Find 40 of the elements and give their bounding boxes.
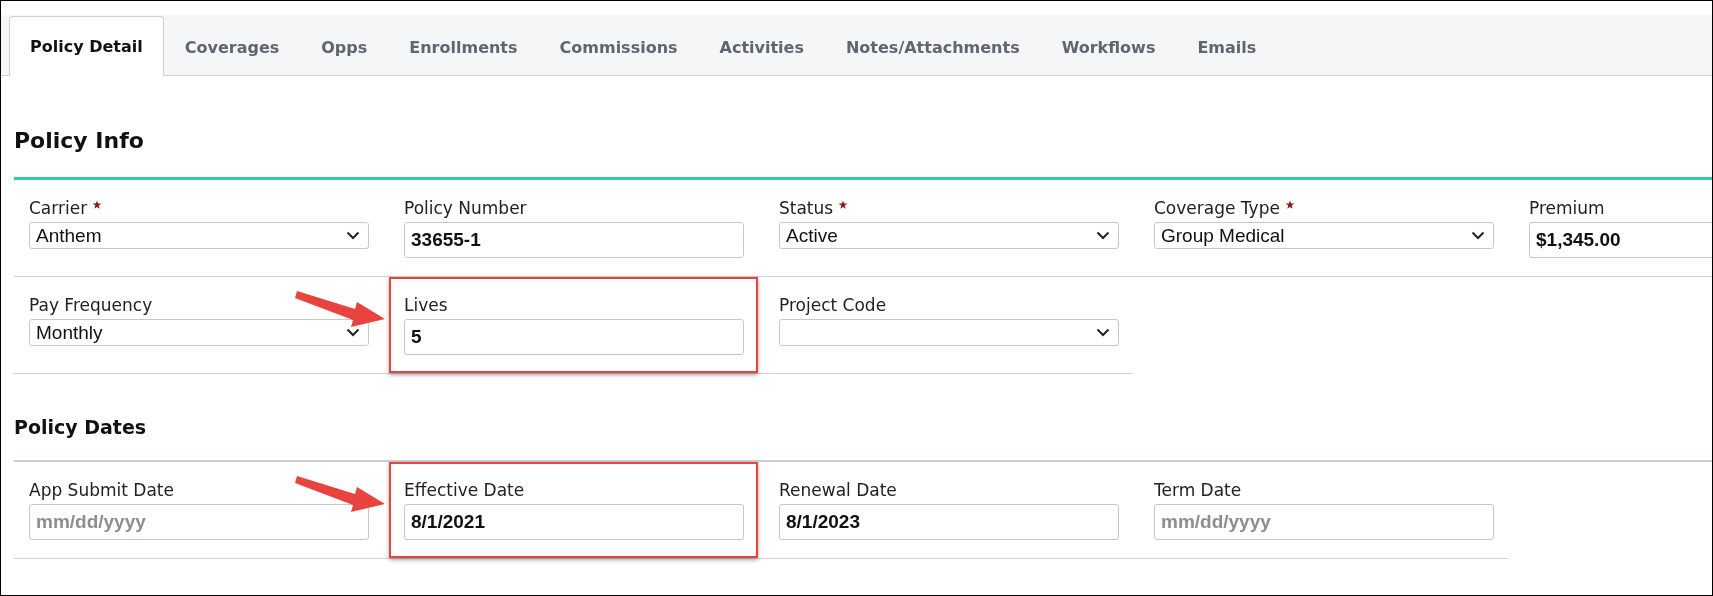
field-label: Status [779,198,834,218]
select-field[interactable]: Monthly [29,319,369,346]
input-field[interactable]: 33655-1 [404,222,744,258]
input-field[interactable]: 5 [404,319,744,355]
input-field[interactable]: mm/dd/yyyy [29,504,369,540]
field-label: Carrier [29,198,88,218]
chevron-down-icon [1096,231,1110,240]
tab[interactable]: Commissions [538,17,699,76]
field-label: Premium [1529,198,1605,218]
chevron-down-icon [346,231,360,240]
tab[interactable]: Workflows [1040,17,1177,76]
field-label: Term Date [1154,480,1242,500]
chevron-down-icon [346,328,360,337]
tab[interactable]: Notes/Attachments [824,17,1041,76]
tab[interactable]: Activities [698,17,825,76]
input-field[interactable]: 8/1/2023 [779,504,1119,540]
select-field[interactable] [779,319,1119,346]
field-label: Policy Number [404,198,527,218]
field-label: Project Code [779,295,887,315]
field-label: Renewal Date [779,480,897,500]
chevron-down-icon [1096,328,1110,337]
field-label: Pay Frequency [29,295,153,315]
chevron-down-icon [1471,231,1485,240]
input-field[interactable]: $1,345.00 [1529,222,1712,258]
field-label: Lives [404,295,448,315]
tab[interactable]: Enrollments [388,17,539,76]
tab[interactable]: Emails [1176,17,1278,76]
field-label: Effective Date [404,480,525,500]
input-field[interactable]: 8/1/2021 [404,504,744,540]
select-field[interactable]: Anthem [29,222,369,249]
field-label: App Submit Date [29,480,174,500]
section-heading: Policy Dates [14,416,1712,462]
select-field[interactable]: Active [779,222,1119,249]
tab[interactable]: Opps [300,17,389,76]
field-label: Coverage Type [1154,198,1280,218]
section-heading: Policy Info [14,128,1712,180]
tab[interactable]: Policy Detail [9,16,164,76]
select-field[interactable]: Group Medical [1154,222,1494,249]
input-field[interactable]: mm/dd/yyyy [1154,504,1494,540]
tab[interactable]: Coverages [163,17,301,76]
